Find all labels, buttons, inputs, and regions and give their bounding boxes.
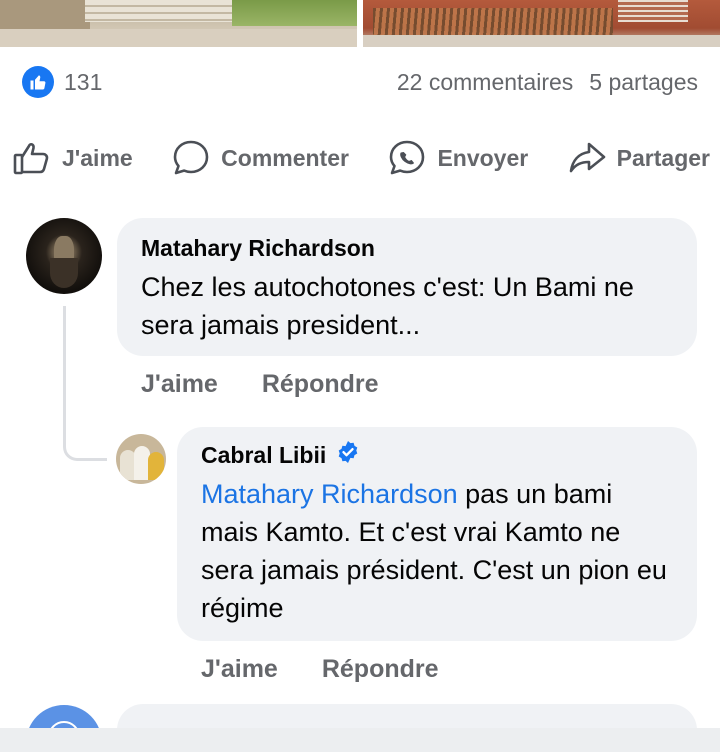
avatar[interactable] — [116, 434, 166, 484]
comment-author[interactable]: Matahary Richardson — [141, 234, 675, 262]
mention-link[interactable]: Matahary Richardson — [201, 479, 458, 509]
share-button[interactable]: Partager — [567, 138, 710, 178]
bottom-bar — [0, 728, 720, 752]
post-photos — [0, 0, 720, 50]
messenger-icon — [387, 138, 427, 178]
reply-author[interactable]: Cabral Libii — [201, 442, 326, 469]
reply-actions: J'aime Répondre — [201, 655, 439, 684]
like-icon[interactable] — [22, 66, 54, 98]
reply-thread-line — [63, 306, 107, 461]
like-button-label: J'aime — [62, 144, 133, 171]
reply-reply-link[interactable]: Répondre — [322, 655, 439, 684]
comment-like-link[interactable]: J'aime — [141, 370, 218, 399]
post-stats-row: 131 22 commentaires 5 partages — [22, 62, 698, 102]
reply-text: Matahary Richardson pas un bami mais Kam… — [201, 475, 675, 627]
send-button[interactable]: Envoyer — [387, 138, 528, 178]
thumbs-up-icon — [12, 138, 52, 178]
comment-reply-link[interactable]: Répondre — [262, 370, 379, 399]
post-photo-left[interactable] — [0, 0, 357, 47]
shares-count[interactable]: 5 partages — [589, 69, 698, 96]
comments-count[interactable]: 22 commentaires — [397, 69, 573, 96]
comment-button-label: Commenter — [221, 144, 349, 171]
post-photo-right[interactable] — [363, 0, 720, 47]
share-button-label: Partager — [616, 144, 710, 171]
reaction-count[interactable]: 131 — [64, 69, 102, 96]
reply-author-row: Cabral Libii — [201, 441, 675, 469]
comment-bubble[interactable]: Matahary Richardson Chez les autochotone… — [117, 218, 697, 356]
comment-icon — [171, 138, 211, 178]
verified-badge-icon — [336, 440, 360, 470]
avatar[interactable] — [26, 218, 102, 294]
comment-text: Chez les autochotones c'est: Un Bami ne … — [141, 272, 634, 340]
send-button-label: Envoyer — [437, 144, 529, 171]
reply-bubble[interactable]: Cabral Libii Matahary Richardson pas un … — [177, 427, 697, 641]
comment-actions: J'aime Répondre — [141, 370, 379, 399]
like-button[interactable]: J'aime — [12, 138, 133, 178]
share-icon — [567, 138, 607, 178]
reply-like-link[interactable]: J'aime — [201, 655, 278, 684]
post-action-bar: J'aime Commenter Envoyer Partager — [12, 136, 710, 180]
comment-button[interactable]: Commenter — [171, 138, 349, 178]
